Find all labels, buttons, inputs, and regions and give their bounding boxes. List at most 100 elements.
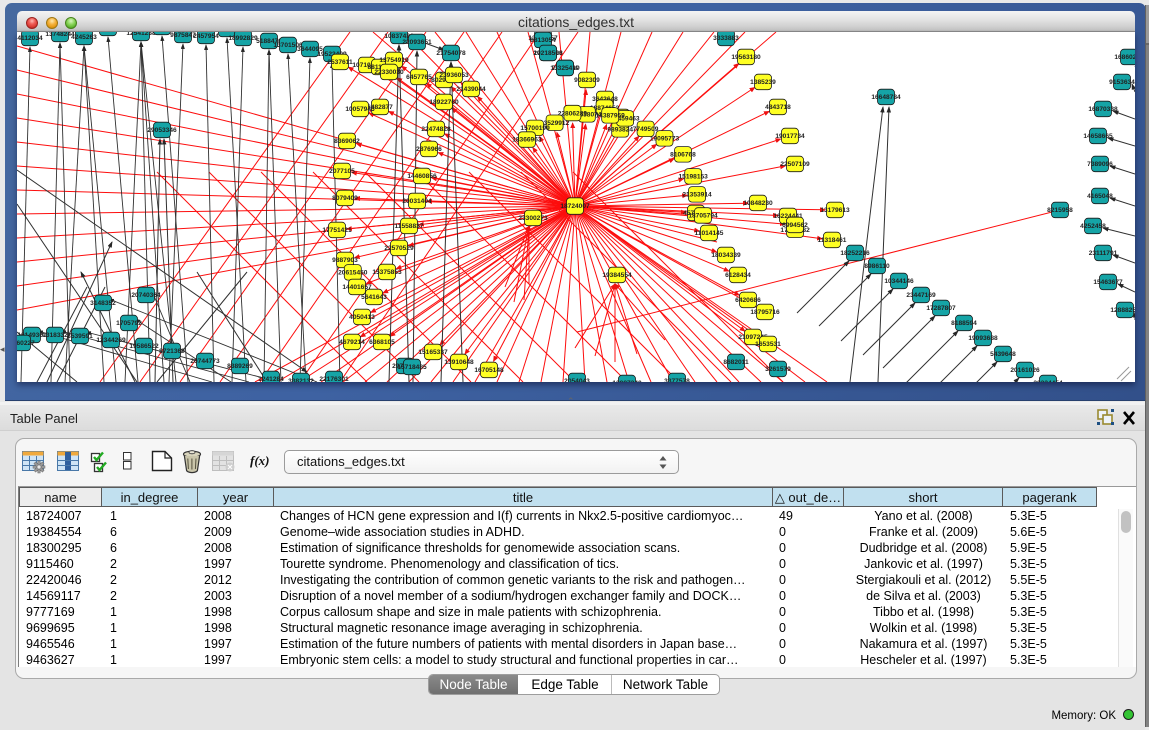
svg-text:21353914: 21353914 xyxy=(682,192,712,199)
svg-text:6420686: 6420686 xyxy=(735,297,761,304)
svg-text:1385239: 1385239 xyxy=(750,79,776,86)
svg-text:23447169: 23447169 xyxy=(906,292,936,299)
svg-text:20334454: 20334454 xyxy=(1033,380,1063,382)
svg-text:22093651: 22093651 xyxy=(402,39,432,46)
svg-text:8369062: 8369062 xyxy=(334,138,360,145)
svg-text:18252216: 18252216 xyxy=(840,250,870,257)
svg-text:2457954: 2457954 xyxy=(193,33,219,40)
svg-text:20744773: 20744773 xyxy=(190,358,220,365)
svg-text:18705794: 18705794 xyxy=(688,213,718,220)
svg-text:5641643: 5641643 xyxy=(361,294,387,301)
svg-text:f(x): f(x) xyxy=(250,453,270,468)
svg-text:3377578: 3377578 xyxy=(664,378,690,382)
svg-text:1653531: 1653531 xyxy=(755,341,781,348)
svg-text:14658665: 14658665 xyxy=(1083,133,1113,140)
svg-text:7389096: 7389096 xyxy=(1087,161,1113,168)
svg-text:8389269: 8389269 xyxy=(227,363,253,370)
svg-text:12541238: 12541238 xyxy=(126,32,156,37)
svg-text:20740364: 20740364 xyxy=(131,292,161,299)
svg-text:11558837: 11558837 xyxy=(395,223,424,230)
svg-text:16705148: 16705148 xyxy=(474,367,504,374)
svg-text:12087340: 12087340 xyxy=(612,380,642,382)
svg-text:6457765: 6457765 xyxy=(406,74,432,81)
svg-text:10848230: 10848230 xyxy=(743,200,773,207)
svg-text:8682011: 8682011 xyxy=(723,359,749,366)
svg-text:19093688: 19093688 xyxy=(968,335,998,342)
svg-text:16860207: 16860207 xyxy=(1114,54,1135,61)
svg-text:15700199: 15700199 xyxy=(520,125,550,132)
svg-text:3261579: 3261579 xyxy=(765,366,791,373)
svg-text:15198153: 15198153 xyxy=(679,174,709,181)
svg-text:18724007: 18724007 xyxy=(560,203,590,210)
svg-text:6368105: 6368105 xyxy=(369,339,395,346)
svg-text:22570529: 22570529 xyxy=(384,245,414,252)
svg-text:10344146: 10344146 xyxy=(884,278,914,285)
svg-text:4679214: 4679214 xyxy=(339,339,365,346)
svg-text:22507109: 22507109 xyxy=(780,161,810,168)
svg-text:10057945: 10057945 xyxy=(345,106,375,113)
svg-text:22176301: 22176301 xyxy=(319,376,349,382)
svg-text:8721369: 8721369 xyxy=(159,348,185,355)
svg-text:9893824: 9893824 xyxy=(607,127,633,134)
svg-text:23111791: 23111791 xyxy=(1089,250,1118,257)
svg-text:4252458: 4252458 xyxy=(1080,223,1106,230)
svg-text:20615450: 20615450 xyxy=(338,270,368,277)
svg-text:8539591: 8539591 xyxy=(67,333,93,340)
svg-text:21754078: 21754078 xyxy=(436,50,466,57)
svg-text:29053346: 29053346 xyxy=(147,127,177,134)
svg-text:12888253: 12888253 xyxy=(1110,307,1135,314)
svg-text:3382132: 3382132 xyxy=(288,378,314,382)
svg-text:17751421: 17751421 xyxy=(322,227,352,234)
svg-text:5439648: 5439648 xyxy=(990,351,1016,358)
svg-text:8079409: 8079409 xyxy=(332,195,358,202)
svg-text:15165337: 15165337 xyxy=(418,349,448,356)
svg-text:3333883: 3333883 xyxy=(713,35,739,42)
svg-text:18992829: 18992829 xyxy=(228,35,258,42)
svg-text:13179613: 13179613 xyxy=(820,207,850,214)
svg-text:19563180: 19563180 xyxy=(731,54,761,61)
svg-text:8215958: 8215958 xyxy=(1047,207,1073,214)
svg-text:19218506: 19218506 xyxy=(533,50,563,57)
svg-text:11318461: 11318461 xyxy=(818,237,847,244)
svg-text:9153634: 9153634 xyxy=(1109,79,1135,86)
svg-text:9318332: 9318332 xyxy=(42,332,68,339)
svg-text:18366963: 18366963 xyxy=(512,137,542,144)
svg-text:19095773: 19095773 xyxy=(650,136,680,143)
svg-text:17287807: 17287807 xyxy=(926,305,956,312)
svg-text:16648784: 16648784 xyxy=(871,94,901,101)
svg-text:18922760: 18922760 xyxy=(429,99,459,106)
svg-text:5060227: 5060227 xyxy=(17,340,35,347)
svg-text:13754919: 13754919 xyxy=(379,57,409,64)
svg-text:20031404: 20031404 xyxy=(402,198,432,205)
svg-text:8106768: 8106768 xyxy=(670,152,696,159)
svg-text:20161026: 20161026 xyxy=(1010,367,1040,374)
svg-text:1241284: 1241284 xyxy=(258,376,284,382)
svg-text:13910648: 13910648 xyxy=(444,359,474,366)
svg-text:8813054: 8813054 xyxy=(530,37,556,44)
svg-text:8986110: 8986110 xyxy=(864,263,890,270)
svg-text:9082309: 9082309 xyxy=(574,77,600,84)
svg-text:1705792: 1705792 xyxy=(116,320,142,327)
svg-text:2876966: 2876966 xyxy=(416,146,442,153)
svg-text:15718485: 15718485 xyxy=(397,364,427,371)
svg-text:22474828: 22474828 xyxy=(421,126,451,133)
svg-text:15463677: 15463677 xyxy=(1093,279,1123,286)
svg-text:4050413: 4050413 xyxy=(349,314,375,321)
svg-text:3148352: 3148352 xyxy=(90,300,116,307)
svg-text:2537611: 2537611 xyxy=(327,59,353,66)
svg-text:11014145: 11014145 xyxy=(695,230,724,237)
svg-text:8188594: 8188594 xyxy=(951,320,977,327)
svg-text:12344269: 12344269 xyxy=(96,337,126,344)
svg-text:14460856: 14460856 xyxy=(407,173,437,180)
svg-text:19586522: 19586522 xyxy=(129,343,159,350)
svg-text:19017734: 19017734 xyxy=(775,133,805,140)
svg-text:2077105: 2077105 xyxy=(329,168,355,175)
svg-text:18795716: 18795716 xyxy=(750,309,780,316)
svg-text:16870338: 16870338 xyxy=(1088,106,1118,113)
svg-text:22330030: 22330030 xyxy=(374,69,404,76)
svg-text:7749509: 7749509 xyxy=(633,126,659,133)
svg-text:18034339: 18034339 xyxy=(711,252,741,259)
svg-text:15375853: 15375853 xyxy=(372,269,402,276)
svg-text:4843718: 4843718 xyxy=(765,104,791,111)
svg-text:9887903: 9887903 xyxy=(332,257,358,264)
